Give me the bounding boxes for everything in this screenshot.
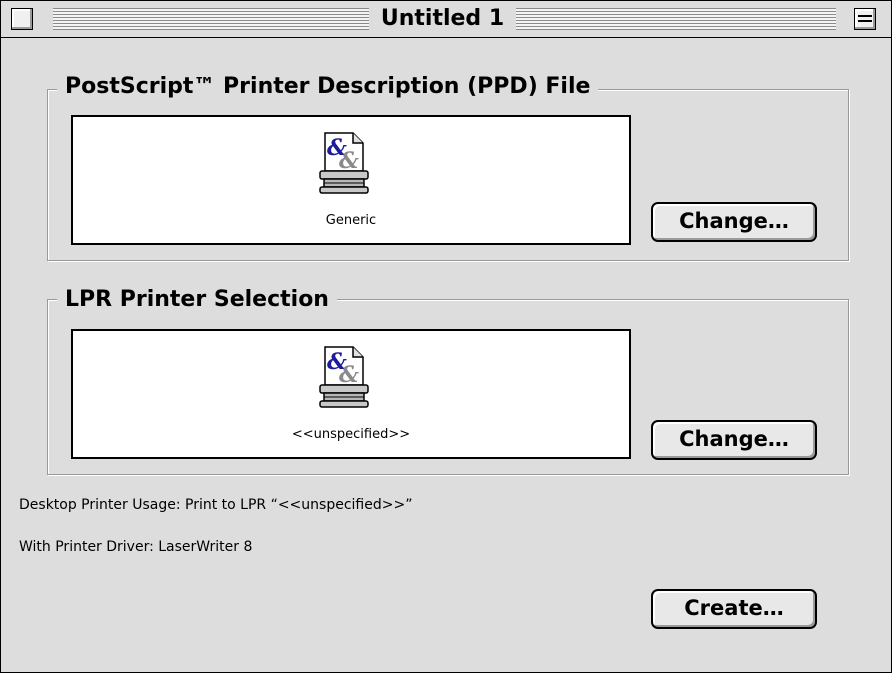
svg-text:&: & — [339, 362, 359, 388]
lpr-selection-box[interactable]: & & <<unspecified>> — [71, 329, 631, 459]
lpr-change-button[interactable]: Change… — [651, 420, 817, 460]
create-button[interactable]: Create… — [651, 589, 817, 629]
lpr-group-title: LPR Printer Selection — [57, 285, 337, 315]
desktop-printer-usage-text: Desktop Printer Usage: Print to LPR “<<u… — [19, 497, 413, 513]
dialog-window: Untitled 1 PostScript™ Printer Descripti… — [0, 0, 892, 673]
close-box[interactable] — [11, 8, 33, 30]
title-bar[interactable]: Untitled 1 — [1, 1, 891, 38]
lpr-selected-label: <<unspecified>> — [291, 427, 411, 442]
ppd-selected-label: Generic — [325, 213, 377, 228]
title-bar-stripes-right — [516, 8, 836, 30]
title-bar-stripes-left — [53, 8, 369, 30]
printer-description-icon: & & — [319, 346, 369, 408]
printer-driver-text: With Printer Driver: LaserWriter 8 — [19, 539, 253, 555]
svg-text:&: & — [339, 148, 359, 174]
ppd-selection-box[interactable]: & & Generic — [71, 115, 631, 245]
window-title: Untitled 1 — [369, 5, 516, 33]
ppd-group-title: PostScript™ Printer Description (PPD) Fi… — [57, 72, 599, 102]
collapse-box[interactable] — [854, 8, 876, 30]
printer-description-icon: & & — [319, 132, 369, 194]
ppd-change-button[interactable]: Change… — [651, 202, 817, 242]
